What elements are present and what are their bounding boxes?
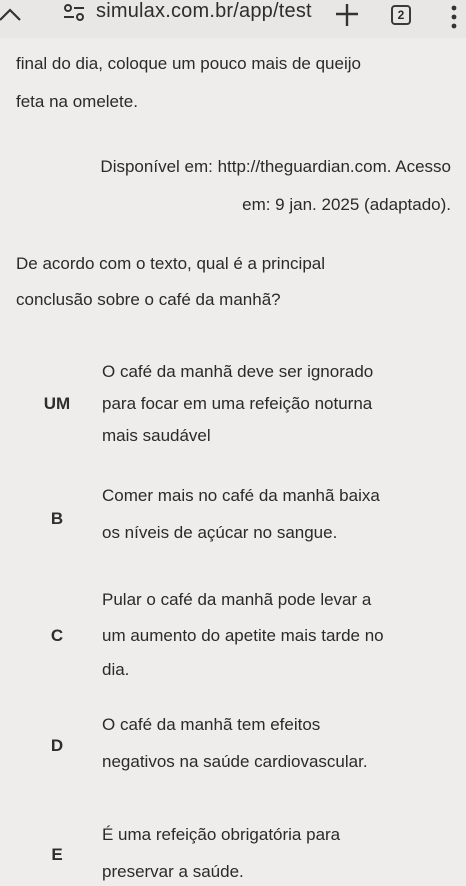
- option-letter: B: [50, 509, 64, 528]
- source-line: Disponível em: http://theguardian.com. A…: [100, 157, 451, 176]
- option-letter: E: [51, 845, 63, 864]
- passage-line: final do dia, coloque um pouco mais de q…: [16, 54, 361, 73]
- passage-line: feta na omelete.: [16, 92, 138, 111]
- option-text: preservar a saúde.: [102, 862, 244, 881]
- more-vertical-icon[interactable]: [448, 4, 460, 30]
- question-text: De acordo com o texto, qual é a principa…: [16, 254, 326, 273]
- option-text: O café da manhã deve ser ignorado: [102, 362, 374, 381]
- plus-icon[interactable]: [333, 0, 361, 28]
- option-text: negativos na saúde cardiovascular.: [102, 752, 368, 771]
- question-text: conclusão sobre o café da manhã?: [16, 290, 281, 309]
- option-text: os níveis de açúcar no sangue.: [102, 523, 338, 542]
- option-text: para focar em uma refeição noturna: [102, 394, 373, 413]
- option-text: Comer mais no café da manhã baixa: [102, 486, 380, 505]
- source-line: em: 9 jan. 2025 (adaptado).: [242, 195, 451, 214]
- tab-switcher-button[interactable]: 2: [391, 5, 411, 25]
- address-bar-url[interactable]: simulax.com.br/app/test: [96, 0, 312, 23]
- passage-text: final do dia, coloque um pouco mais de q…: [16, 54, 456, 112]
- option-letter: D: [50, 736, 64, 755]
- option-text: dia.: [102, 660, 130, 679]
- option-text: um aumento do apetite mais tarde no: [102, 626, 384, 645]
- option-text: Pular o café da manhã pode levar a: [102, 590, 372, 609]
- option-letter: C: [50, 626, 64, 645]
- site-settings-icon[interactable]: [62, 4, 86, 22]
- option-text: O café da manhã tem efeitos: [102, 715, 321, 734]
- browser-toolbar: simulax.com.br/app/test 2: [0, 0, 466, 38]
- home-icon[interactable]: [0, 4, 30, 22]
- option-letter: UM: [43, 394, 71, 413]
- option-text: mais saudável: [102, 426, 211, 445]
- option-text: É uma refeição obrigatória para: [102, 825, 341, 844]
